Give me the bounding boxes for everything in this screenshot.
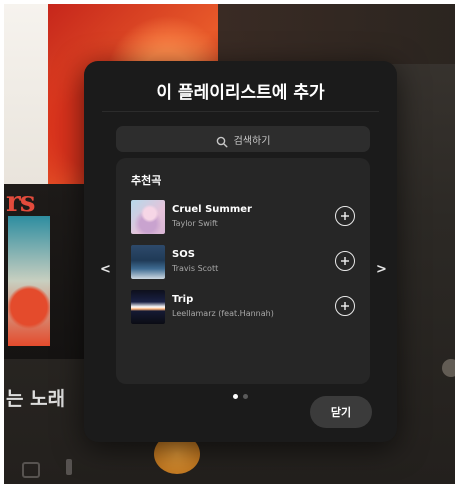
next-page-button[interactable]: >	[376, 262, 387, 277]
add-to-playlist-dialog: 이 플레이리스트에 추가 검색하기 < > 추천곡 Cruel Summer T…	[84, 61, 397, 442]
background-album-art-small	[8, 216, 50, 346]
song-artist: Taylor Swift	[172, 219, 218, 228]
add-song-button[interactable]	[335, 251, 355, 271]
background-section-label: 는 노래	[6, 388, 66, 410]
title-divider	[102, 111, 379, 112]
album-cover	[131, 245, 165, 279]
search-placeholder: 검색하기	[233, 135, 271, 147]
song-item: SOS Travis Scott	[131, 245, 355, 281]
song-item: Trip Leellamarz (feat.Hannah)	[131, 290, 355, 326]
add-song-button[interactable]	[335, 206, 355, 226]
album-cover	[131, 200, 165, 234]
page-dot-active[interactable]	[233, 394, 238, 399]
song-title: Cruel Summer	[172, 204, 252, 215]
song-artist: Travis Scott	[172, 264, 219, 273]
close-button[interactable]: 닫기	[310, 396, 372, 428]
background-library-icon	[66, 459, 72, 475]
background-scroll-dot	[442, 359, 455, 377]
add-song-button[interactable]	[335, 296, 355, 316]
plus-circle-icon	[341, 212, 349, 220]
album-cover	[131, 290, 165, 324]
app-frame: rs 는 노래 이 플레이리스트에 추가 검색하기 < > 추천곡 Cruel …	[4, 4, 455, 484]
background-partial-text: rs	[6, 185, 35, 218]
background-home-icon	[22, 462, 40, 478]
dialog-title: 이 플레이리스트에 추가	[156, 83, 325, 103]
plus-circle-icon	[341, 302, 349, 310]
section-title: 추천곡	[131, 174, 162, 187]
song-title: SOS	[172, 249, 195, 260]
plus-circle-icon	[341, 257, 349, 265]
search-icon	[216, 133, 228, 148]
song-title: Trip	[172, 294, 194, 305]
song-artist: Leellamarz (feat.Hannah)	[172, 309, 274, 318]
background-header-area	[218, 4, 455, 64]
recommended-songs-panel: 추천곡 Cruel Summer Taylor Swift SOS Travis…	[116, 158, 370, 384]
song-item: Cruel Summer Taylor Swift	[131, 200, 355, 236]
previous-page-button[interactable]: <	[100, 262, 111, 277]
page-dot[interactable]	[243, 394, 248, 399]
search-input[interactable]: 검색하기	[116, 126, 370, 152]
background-album-tile	[4, 4, 48, 184]
